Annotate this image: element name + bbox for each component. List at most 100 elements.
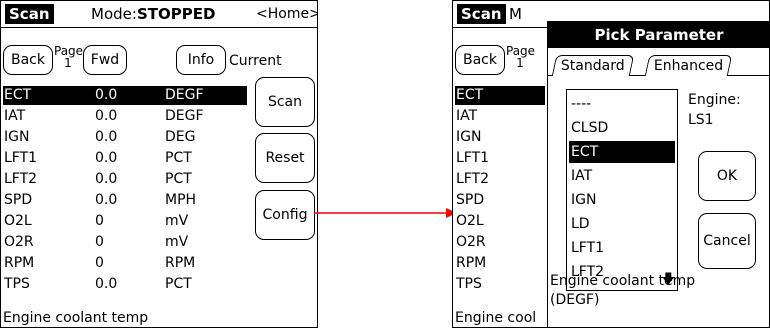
param-name: IGN bbox=[4, 129, 30, 145]
list-item-selected[interactable]: ECT bbox=[569, 141, 675, 163]
param-unit: RPM bbox=[165, 255, 196, 271]
ok-button[interactable]: OK bbox=[698, 151, 756, 201]
param-row[interactable]: IGN bbox=[455, 128, 545, 147]
param-unit: PCT bbox=[165, 276, 192, 292]
app-title-tag: Scan bbox=[457, 4, 506, 24]
page-indicator: Page 1 bbox=[506, 45, 535, 70]
param-row[interactable]: LFT2 bbox=[455, 170, 545, 189]
list-item[interactable]: IGN bbox=[569, 189, 675, 211]
parameter-description: Engine coolant temp bbox=[550, 273, 696, 289]
param-name: LFT1 bbox=[4, 150, 38, 166]
param-unit: PCT bbox=[165, 171, 192, 187]
page-number: 1 bbox=[516, 56, 524, 70]
param-unit: DEGF bbox=[165, 87, 204, 103]
param-name: LFT2 bbox=[456, 171, 490, 187]
back-button[interactable]: Back bbox=[455, 45, 505, 75]
param-name: TPS bbox=[456, 276, 482, 292]
mode-status-partial: M bbox=[509, 5, 522, 23]
engine-value: LS1 bbox=[688, 112, 714, 128]
back-button[interactable]: Back bbox=[3, 45, 53, 75]
param-unit: mV bbox=[165, 213, 189, 229]
param-row[interactable]: RPM 0 RPM bbox=[3, 254, 247, 273]
param-row[interactable]: O2L bbox=[455, 212, 545, 231]
param-name: O2L bbox=[4, 213, 32, 229]
param-row[interactable]: SPD bbox=[455, 191, 545, 210]
param-value: 0 bbox=[95, 255, 104, 271]
status-description: Engine coolant temp bbox=[3, 310, 149, 326]
app-title-tag: Scan bbox=[5, 4, 54, 24]
param-row[interactable]: IAT bbox=[455, 107, 545, 126]
param-name: TPS bbox=[4, 276, 30, 292]
param-value: 0.0 bbox=[95, 129, 118, 145]
param-name: RPM bbox=[4, 255, 35, 271]
param-name: IAT bbox=[4, 108, 26, 124]
param-name: RPM bbox=[456, 255, 487, 271]
param-row[interactable]: ECT bbox=[455, 86, 545, 105]
param-row[interactable]: IAT 0.0 DEGF bbox=[3, 107, 247, 126]
param-name: O2R bbox=[456, 234, 486, 250]
param-name: ECT bbox=[4, 87, 32, 103]
tab-standard[interactable]: Standard bbox=[551, 55, 634, 76]
transition-arrow-icon bbox=[314, 208, 457, 218]
fwd-button[interactable]: Fwd bbox=[83, 45, 127, 75]
param-unit: MPH bbox=[165, 192, 197, 208]
param-row[interactable]: O2L 0 mV bbox=[3, 212, 247, 231]
param-value: 0.0 bbox=[95, 192, 118, 208]
param-row[interactable]: O2R 0 mV bbox=[3, 233, 247, 252]
mode-value: STOPPED bbox=[136, 5, 216, 23]
param-name: LFT1 bbox=[456, 150, 490, 166]
page-indicator: Page 1 bbox=[54, 45, 83, 70]
param-value: 0 bbox=[95, 234, 104, 250]
param-value: 0.0 bbox=[95, 150, 118, 166]
list-item[interactable]: ---- bbox=[569, 93, 675, 115]
param-value: 0.0 bbox=[95, 108, 118, 124]
param-unit: DEGF bbox=[165, 108, 204, 124]
param-row[interactable]: O2R bbox=[455, 233, 545, 252]
scan-screen-left: Scan Mode:STOPPED <Home> Back Page 1 Fwd… bbox=[0, 0, 318, 328]
param-value: 0.0 bbox=[95, 171, 118, 187]
param-row[interactable]: LFT1 0.0 PCT bbox=[3, 149, 247, 168]
param-name: ECT bbox=[456, 87, 484, 103]
list-item[interactable]: IAT bbox=[569, 165, 675, 187]
current-label: Current bbox=[229, 53, 282, 69]
list-item[interactable]: LD bbox=[569, 213, 675, 235]
title-bar: Scan Mode:STOPPED <Home> bbox=[1, 1, 317, 28]
param-unit: PCT bbox=[165, 150, 192, 166]
param-unit: mV bbox=[165, 234, 189, 250]
cancel-button[interactable]: Cancel bbox=[698, 213, 756, 269]
param-value: 0.0 bbox=[95, 87, 118, 103]
param-name: O2L bbox=[456, 213, 484, 229]
home-link[interactable]: <Home> bbox=[256, 5, 317, 23]
parameter-unit-description: (DEGF) bbox=[550, 292, 600, 308]
page-number: 1 bbox=[64, 56, 72, 70]
scan-button[interactable]: Scan bbox=[255, 77, 315, 127]
param-row[interactable]: RPM bbox=[455, 254, 545, 273]
param-row[interactable]: SPD 0.0 MPH bbox=[3, 191, 247, 210]
param-row[interactable]: TPS 0.0 PCT bbox=[3, 275, 247, 294]
param-row[interactable]: IGN 0.0 DEG bbox=[3, 128, 247, 147]
param-row[interactable]: LFT2 0.0 PCT bbox=[3, 170, 247, 189]
param-name: SPD bbox=[456, 192, 485, 208]
config-button[interactable]: Config bbox=[255, 190, 315, 240]
tab-enhanced[interactable]: Enhanced bbox=[644, 55, 733, 76]
reset-button[interactable]: Reset bbox=[255, 133, 315, 183]
param-row[interactable]: TPS bbox=[455, 275, 545, 294]
param-row[interactable]: LFT1 bbox=[455, 149, 545, 168]
list-item[interactable]: LFT1 bbox=[569, 237, 675, 259]
engine-label: Engine: bbox=[688, 92, 741, 108]
param-name: LFT2 bbox=[4, 171, 38, 187]
info-button[interactable]: Info bbox=[176, 45, 226, 75]
param-unit: DEG bbox=[165, 129, 196, 145]
param-row[interactable]: ECT 0.0 DEGF bbox=[3, 86, 247, 105]
tab-enhanced-label: Enhanced bbox=[653, 58, 724, 74]
list-item[interactable]: CLSD bbox=[569, 117, 675, 139]
mode-label: Mode: bbox=[91, 5, 137, 23]
status-description-partial: Engine cool bbox=[455, 310, 537, 326]
scan-screen-right: Scan M Back Page 1 ECT IAT IGN LFT1 LFT2… bbox=[452, 0, 770, 328]
param-name: SPD bbox=[4, 192, 33, 208]
param-name: O2R bbox=[4, 234, 34, 250]
tab-standard-label: Standard bbox=[560, 58, 625, 74]
parameter-listbox[interactable]: ---- CLSD ECT IAT IGN LD LFT1 LFT2 🡇 bbox=[566, 89, 678, 291]
dialog-title: Pick Parameter bbox=[548, 22, 769, 48]
param-name: IAT bbox=[456, 108, 478, 124]
